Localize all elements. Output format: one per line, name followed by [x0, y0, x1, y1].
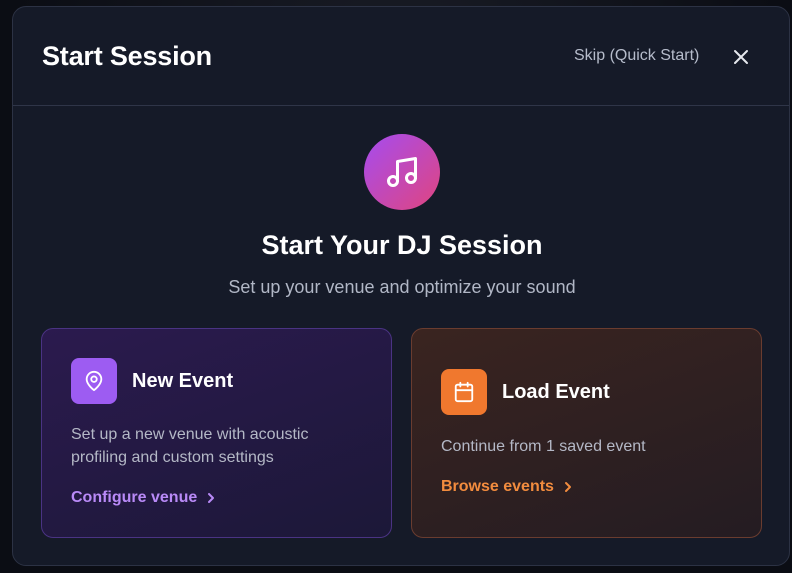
map-pin-icon [85, 370, 103, 392]
load-event-description: Continue from 1 saved event [441, 438, 646, 455]
load-event-icon-badge [441, 369, 487, 415]
modal-header: Start Session Skip (Quick Start) [13, 7, 789, 106]
browse-events-link[interactable]: Browse events [441, 478, 574, 496]
configure-venue-link[interactable]: Configure venue [71, 489, 217, 507]
new-event-card[interactable]: New Event Set up a new venue with acoust… [41, 328, 392, 538]
skip-quick-start-button[interactable]: Skip (Quick Start) [574, 47, 699, 65]
music-note-icon [387, 157, 417, 187]
configure-venue-label: Configure venue [71, 489, 198, 506]
start-session-modal: Start Session Skip (Quick Start) Start Y… [12, 6, 790, 566]
chevron-right-icon [208, 493, 215, 503]
new-event-icon-badge [71, 358, 117, 404]
new-event-description: Set up a new venue with acoustic profili… [71, 426, 309, 466]
hero-icon-badge [364, 134, 440, 210]
close-icon [734, 50, 748, 64]
hero-subtitle: Set up your venue and optimize your soun… [228, 277, 576, 297]
chevron-right-icon [564, 482, 571, 492]
browse-events-label: Browse events [441, 478, 554, 495]
calendar-icon [454, 381, 474, 403]
hero-title: Start Your DJ Session [261, 230, 543, 260]
new-event-title: New Event [132, 370, 234, 392]
load-event-title: Load Event [502, 381, 610, 403]
close-button[interactable] [729, 45, 753, 69]
load-event-card[interactable]: Load Event Continue from 1 saved event B… [411, 328, 762, 538]
modal-title: Start Session [42, 41, 212, 71]
